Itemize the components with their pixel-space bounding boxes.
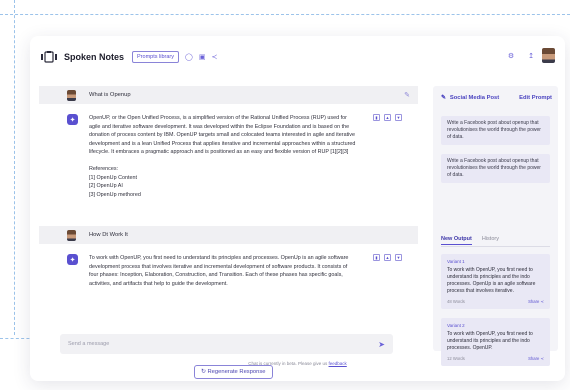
share-button[interactable]: Share ≺ [528,299,544,304]
variant-card[interactable]: Variant 2 To work with OpenUP, you first… [441,318,550,366]
refresh-icon: ↻ [201,369,206,375]
share-icon[interactable]: ≺ [211,53,217,61]
thumbs-up-icon[interactable]: ▲ [384,114,391,121]
edit-icon[interactable]: ✎ [404,91,410,99]
tab-divider [441,246,550,247]
guide-line-top [0,14,570,15]
thumbs-down-icon[interactable]: ▼ [395,254,402,261]
side-panel: ✎ Social Media Post Edit Prompt Write a … [433,86,558,366]
output-tabs: New Output History [441,236,499,245]
bot-icon: ✦ [67,114,78,125]
variant-text: To work with OpenUP, you first need to u… [447,331,533,351]
user-avatar [67,89,76,101]
feedback-link[interactable]: feedback [329,361,347,366]
reference-item[interactable]: [3] OpenUp methored [89,191,357,200]
variant-footer: 48 Words Share ≺ [447,299,544,304]
upload-icon[interactable]: ↥ [528,52,534,60]
variant-word-count: 48 Words [447,299,465,304]
prompt-card[interactable]: Write a Facebook post about openup that … [441,116,550,145]
reaction-buttons: ▮ ▲ ▼ [373,254,402,261]
thumbs-down-icon[interactable]: ▼ [395,114,402,121]
top-right-actions: ⚙ ↥ [502,48,555,63]
send-icon[interactable]: ➤ [378,340,385,349]
bookmark-icon[interactable]: ▮ [373,114,380,121]
edit-square-icon: ✎ [441,95,446,101]
user-avatar [67,229,76,241]
footer-text: Chat is currently in beta. Please give u… [248,361,329,366]
variant-text: To work with OpenUP, you first need to u… [447,267,536,294]
answer-block: ✦ ▮ ▲ ▼ To work with OpenUP, you first n… [39,252,418,302]
bookmark-icon[interactable]: ▮ [373,254,380,261]
variant-card[interactable]: Variant 1 To work with OpenUP, you first… [441,254,550,309]
app-window: Spoken Notes Prompts library ◯ ▣ ≺ ⚙ ↥ W… [30,36,565,381]
panel-header: ✎ Social Media Post Edit Prompt [441,95,552,101]
guide-line-left [14,0,15,335]
question-row: How Dt Work It [39,226,418,244]
variant-title: Variant 2 [447,323,465,328]
regenerate-label: Regenerate Response [207,369,266,375]
answer-paragraph: OpenUP, or the Open Unified Process, is … [89,115,356,156]
question-text: What is Openup [89,92,131,98]
references-title: References: [89,165,119,172]
prompt-card[interactable]: Write a Facebook post about openup that … [441,154,550,183]
tab-history[interactable]: History [482,236,499,245]
chat-area: What is Openup ✎ ✦ ▮ ▲ ▼ OpenUP, or the … [39,86,418,379]
app-logo[interactable]: Spoken Notes [40,51,124,63]
bulb-icon[interactable]: ◯ [185,53,193,61]
tab-new-output[interactable]: New Output [441,236,472,245]
message-placeholder: Send a message [68,341,110,347]
bot-icon: ✦ [67,254,78,265]
notebook-icon [41,51,57,63]
share-label: Share [528,356,540,361]
prompts-library-button[interactable]: Prompts library [132,51,179,63]
answer-block: ✦ ▮ ▲ ▼ OpenUP, or the Open Unified Proc… [39,112,418,222]
answer-text: To work with OpenUP, you first need to u… [89,255,349,287]
edit-prompt-button[interactable]: Edit Prompt [519,95,552,101]
instagram-icon[interactable]: ▣ [199,53,206,61]
variant-title: Variant 1 [447,259,465,264]
share-button[interactable]: Share ≺ [528,356,544,361]
share-icon: ≺ [540,299,544,304]
variant-word-count: 12 Words [447,356,465,361]
panel-heading: Social Media Post [449,95,500,101]
reaction-buttons: ▮ ▲ ▼ [373,114,402,121]
user-avatar[interactable] [542,48,555,63]
app-title: Spoken Notes [64,52,125,62]
question-row: What is Openup ✎ [39,86,418,104]
question-text: How Dt Work It [89,232,128,238]
answer-text: OpenUP, or the Open Unified Process, is … [89,114,357,199]
share-label: Share [528,299,540,304]
top-bar: Spoken Notes Prompts library ◯ ▣ ≺ ⚙ ↥ [30,36,565,78]
reference-item[interactable]: [2] OpenUp AI [89,182,357,191]
settings-icon[interactable]: ⚙ [508,52,514,60]
message-input[interactable]: Send a message ➤ [60,334,393,354]
reference-item[interactable]: [1] OpenUp Content [89,174,357,183]
thumbs-up-icon[interactable]: ▲ [384,254,391,261]
share-icon: ≺ [540,356,544,361]
regenerate-button[interactable]: ↻ Regenerate Response [194,365,273,379]
variant-footer: 12 Words Share ≺ [447,356,544,361]
